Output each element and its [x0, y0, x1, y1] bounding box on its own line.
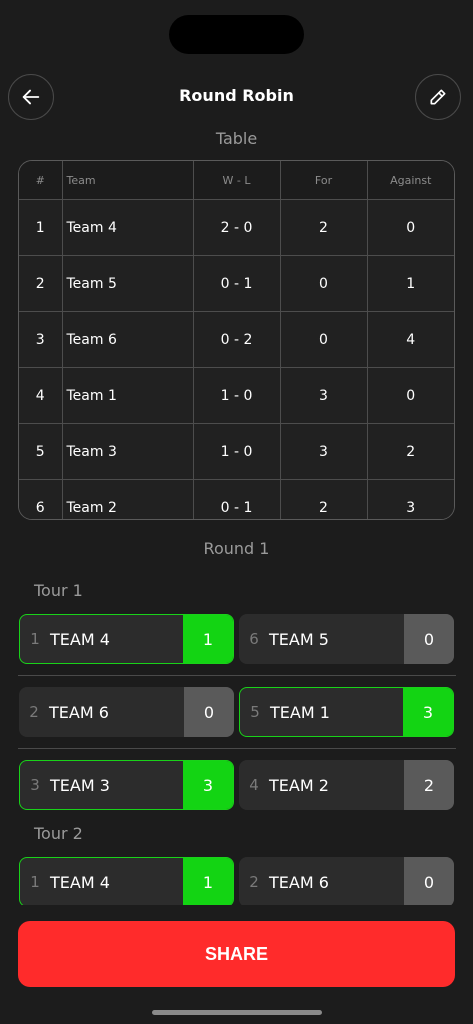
- team-name: TEAM 2: [269, 775, 329, 795]
- table-row: 6 Team 20 - 123: [19, 479, 454, 519]
- team-seed: 6: [249, 630, 259, 648]
- team-cell: Team 3: [61, 423, 194, 480]
- rank-cell: 2: [19, 255, 63, 312]
- table-row: 3 Team 60 - 204: [19, 311, 454, 368]
- rank-cell: 1: [19, 199, 63, 256]
- column-header-wl: W - L: [192, 161, 281, 200]
- rank-cell: 5: [19, 423, 63, 480]
- rank-cell: 3: [19, 311, 63, 368]
- tour-label: Tour 2: [34, 824, 83, 843]
- for-cell: 0: [279, 311, 368, 368]
- for-cell: 3: [279, 367, 368, 424]
- for-cell: 3: [279, 423, 368, 480]
- page-title: Round Robin: [179, 86, 294, 105]
- match-card[interactable]: 5 TEAM 1 3: [239, 687, 454, 737]
- column-header-against: Against: [366, 161, 454, 200]
- team-cell: Team 2: [61, 479, 194, 519]
- round-label: Round 1: [203, 539, 270, 558]
- against-cell: 3: [366, 479, 454, 519]
- against-cell: 2: [366, 423, 454, 480]
- for-cell: 2: [279, 479, 368, 519]
- wl-cell: 0 - 2: [192, 311, 281, 368]
- column-header-for: For: [279, 161, 368, 200]
- team-name: TEAM 3: [50, 775, 110, 795]
- wl-cell: 0 - 1: [192, 479, 281, 519]
- match-divider: [18, 675, 456, 676]
- match-card[interactable]: 2 TEAM 6 0: [239, 857, 454, 907]
- team-name: TEAM 1: [270, 702, 330, 722]
- match-card[interactable]: 1 TEAM 4 1: [19, 857, 234, 907]
- wl-cell: 1 - 0: [192, 367, 281, 424]
- standings-table: # Team W - L For Against 1 Team 42 - 0202…: [18, 160, 455, 520]
- against-cell: 0: [366, 199, 454, 256]
- rank-cell: 6: [19, 479, 63, 519]
- team-name: TEAM 6: [269, 872, 329, 892]
- for-cell: 0: [279, 255, 368, 312]
- match-card[interactable]: 3 TEAM 3 3: [19, 760, 234, 810]
- table-row: 1 Team 42 - 020: [19, 199, 454, 256]
- for-cell: 2: [279, 199, 368, 256]
- score-box[interactable]: 0: [404, 857, 454, 907]
- share-button[interactable]: SHARE: [18, 921, 455, 987]
- team-cell: Team 5: [61, 255, 194, 312]
- score-box[interactable]: 1: [183, 615, 233, 663]
- wl-cell: 0 - 1: [192, 255, 281, 312]
- wl-cell: 1 - 0: [192, 423, 281, 480]
- camera-notch: [169, 15, 304, 54]
- team-cell: Team 6: [61, 311, 194, 368]
- team-name: TEAM 5: [269, 629, 329, 649]
- table-row: 2 Team 50 - 101: [19, 255, 454, 312]
- table-row: 5 Team 31 - 032: [19, 423, 454, 480]
- score-box[interactable]: 2: [404, 760, 454, 810]
- team-seed: 2: [29, 703, 39, 721]
- pencil-icon: [430, 89, 446, 105]
- team-cell: Team 4: [61, 199, 194, 256]
- score-box[interactable]: 1: [183, 858, 233, 906]
- match-card[interactable]: 4 TEAM 2 2: [239, 760, 454, 810]
- match-card[interactable]: 1 TEAM 4 1: [19, 614, 234, 664]
- team-seed: 1: [30, 630, 40, 648]
- team-name: TEAM 4: [50, 872, 110, 892]
- team-seed: 4: [249, 776, 259, 794]
- table-row: 4 Team 11 - 030: [19, 367, 454, 424]
- match-card[interactable]: 2 TEAM 6 0: [19, 687, 234, 737]
- tour-label: Tour 1: [34, 581, 83, 600]
- column-header-team: Team: [61, 161, 194, 200]
- team-seed: 5: [250, 703, 260, 721]
- home-indicator: [152, 1010, 322, 1015]
- team-seed: 3: [30, 776, 40, 794]
- column-header-rank: #: [19, 161, 63, 200]
- against-cell: 0: [366, 367, 454, 424]
- score-box[interactable]: 0: [404, 614, 454, 664]
- against-cell: 1: [366, 255, 454, 312]
- score-box[interactable]: 3: [403, 688, 453, 736]
- team-name: TEAM 6: [49, 702, 109, 722]
- team-seed: 1: [30, 873, 40, 891]
- team-name: TEAM 4: [50, 629, 110, 649]
- team-seed: 2: [249, 873, 259, 891]
- table-label: Table: [215, 129, 258, 148]
- match-card[interactable]: 6 TEAM 5 0: [239, 614, 454, 664]
- edit-button[interactable]: [415, 74, 461, 120]
- against-cell: 4: [366, 311, 454, 368]
- rank-cell: 4: [19, 367, 63, 424]
- score-box[interactable]: 3: [183, 761, 233, 809]
- team-cell: Team 1: [61, 367, 194, 424]
- score-box[interactable]: 0: [184, 687, 234, 737]
- match-divider: [18, 748, 456, 749]
- wl-cell: 2 - 0: [192, 199, 281, 256]
